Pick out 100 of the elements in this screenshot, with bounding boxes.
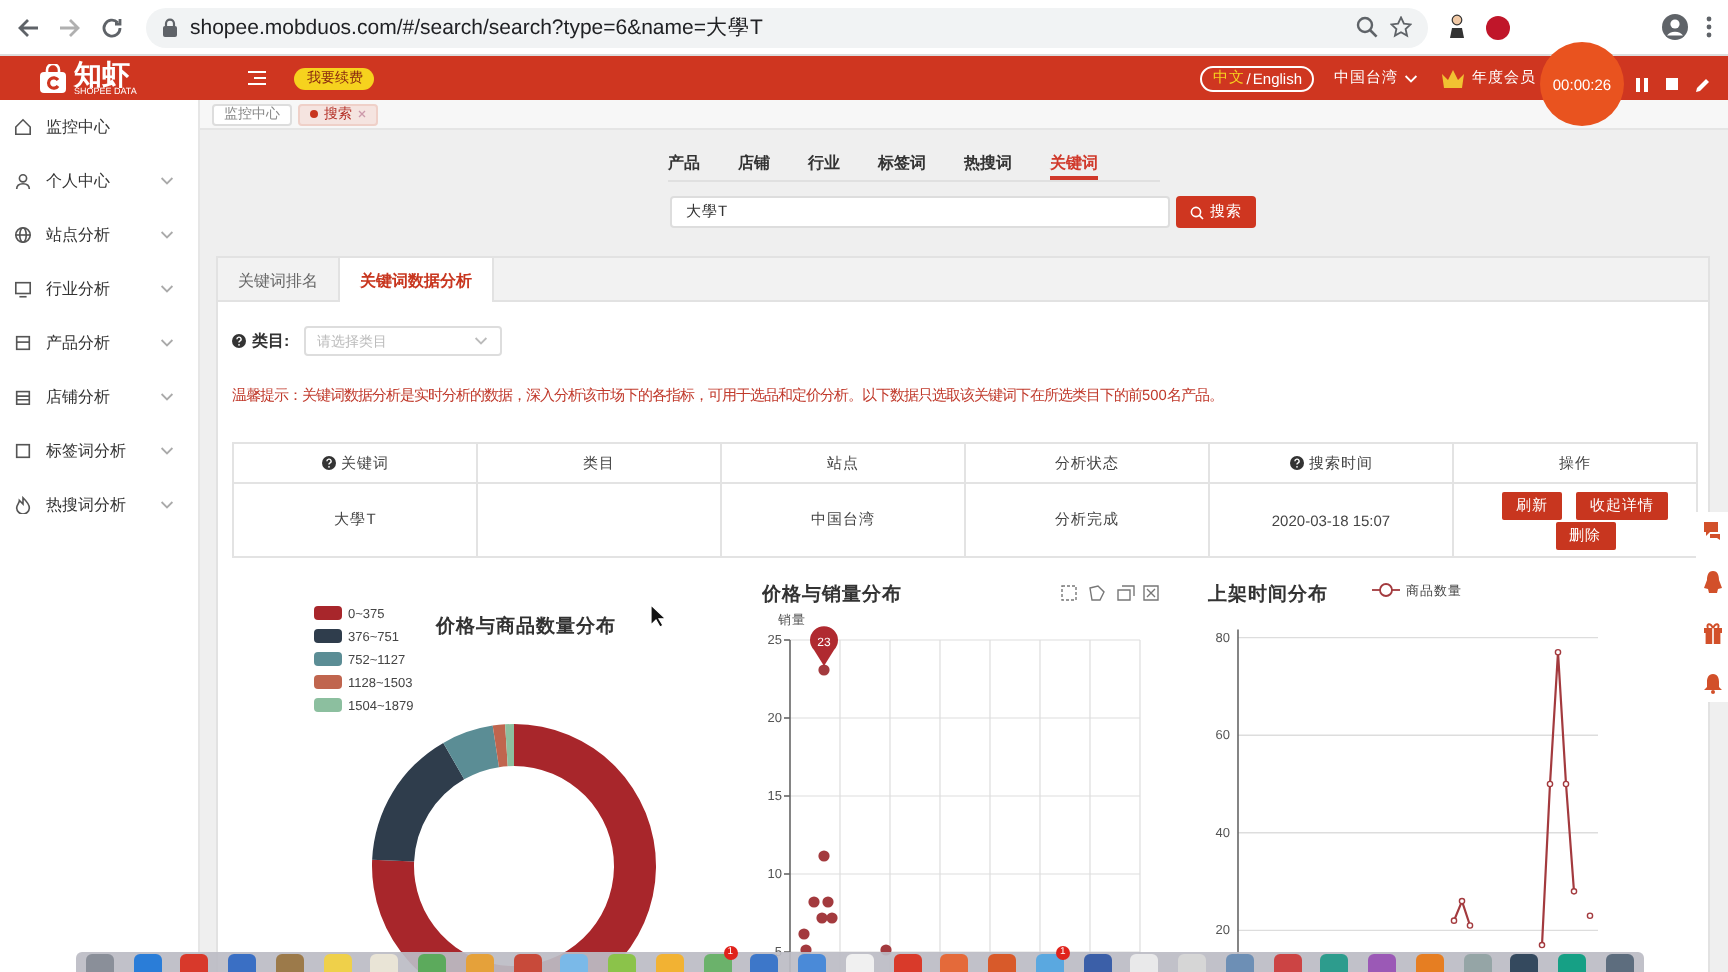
close-icon[interactable] bbox=[358, 110, 366, 118]
data-point bbox=[1538, 941, 1546, 949]
dock-app-icon[interactable] bbox=[228, 954, 257, 972]
dock-app-icon[interactable] bbox=[703, 954, 732, 972]
chart-title: 上架时间分布 bbox=[1208, 584, 1328, 606]
sidebar-item[interactable]: 热搜词分析 bbox=[0, 478, 198, 532]
legend-swatch[interactable] bbox=[314, 629, 342, 643]
dock-app-icon[interactable] bbox=[750, 954, 779, 972]
penguin-icon[interactable] bbox=[1701, 570, 1723, 594]
data-point bbox=[1554, 648, 1562, 656]
chevron-icon bbox=[160, 230, 174, 240]
logo-text: 知虾 bbox=[74, 59, 130, 88]
data-point bbox=[1586, 912, 1594, 920]
scatter-dot bbox=[818, 664, 830, 676]
monitor-icon bbox=[14, 280, 32, 298]
filter-label: 类目: bbox=[252, 330, 290, 352]
card-tab[interactable]: 关键词数据分析 bbox=[340, 258, 494, 302]
store-icon bbox=[14, 388, 32, 406]
nav-tab[interactable]: 关键词 bbox=[1050, 148, 1098, 180]
nav-tab[interactable]: 店铺 bbox=[738, 148, 770, 180]
chevron-icon bbox=[1404, 73, 1418, 83]
nav-tab[interactable]: 热搜词 bbox=[964, 148, 1012, 180]
nav-tab[interactable]: 标签词 bbox=[878, 148, 926, 180]
chevron-icon bbox=[473, 336, 488, 346]
profile-icon[interactable] bbox=[1662, 14, 1688, 40]
sidebar-item[interactable]: 标签词分析 bbox=[0, 424, 198, 478]
x-box-icon[interactable] bbox=[1143, 585, 1159, 601]
sidebar-item[interactable]: 个人中心 bbox=[0, 154, 198, 208]
dock-app-icon[interactable] bbox=[893, 954, 922, 972]
chat-icon[interactable] bbox=[1701, 520, 1723, 542]
legend-swatch[interactable] bbox=[314, 652, 342, 666]
sidebar-item[interactable]: 店铺分析 bbox=[0, 370, 198, 424]
nav-tab[interactable]: 产品 bbox=[668, 148, 700, 180]
legend-swatch[interactable] bbox=[314, 606, 342, 620]
star-icon[interactable] bbox=[1390, 16, 1412, 38]
dock-app-icon[interactable] bbox=[1273, 954, 1302, 972]
data-point bbox=[1458, 897, 1466, 905]
chevron-icon bbox=[160, 446, 174, 456]
shopping-bag-icon bbox=[38, 63, 68, 93]
url-text: shopee.mobduos.com/#/search/search?type=6&name=大學T bbox=[190, 13, 765, 41]
data-point bbox=[1450, 917, 1458, 924]
dock-app-icon[interactable] bbox=[180, 954, 209, 972]
flame-icon bbox=[14, 496, 32, 514]
dock-app-icon[interactable] bbox=[1083, 954, 1112, 972]
dock-app-icon[interactable] bbox=[275, 954, 304, 972]
chevron-icon bbox=[160, 176, 174, 186]
data-point bbox=[1570, 888, 1578, 895]
chart-title: 价格与销量分布 bbox=[762, 584, 902, 606]
globe-icon bbox=[14, 226, 32, 244]
back-arrow-icon[interactable] bbox=[16, 15, 40, 39]
legend-marker bbox=[1371, 583, 1401, 597]
chart-title: 价格与商品数量分布 bbox=[436, 616, 616, 638]
dock-app-icon[interactable] bbox=[513, 954, 542, 972]
chevron-icon bbox=[160, 338, 174, 348]
dock-app-icon[interactable] bbox=[1368, 954, 1397, 972]
menu-icon[interactable] bbox=[248, 70, 267, 86]
chevron-icon bbox=[160, 392, 174, 402]
square-icon bbox=[14, 442, 32, 460]
pause-icon[interactable] bbox=[1636, 77, 1648, 91]
data-point bbox=[1562, 780, 1570, 788]
dock-app-icon[interactable] bbox=[1035, 954, 1064, 972]
sidebar-item[interactable]: 产品分析 bbox=[0, 316, 198, 370]
sidebar-item[interactable]: 监控中心 bbox=[0, 100, 198, 154]
house-icon bbox=[14, 118, 32, 136]
question-icon bbox=[232, 334, 246, 348]
lasso-icon[interactable] bbox=[1089, 585, 1105, 601]
crown-icon bbox=[1440, 68, 1466, 88]
sidebar-item[interactable]: 站点分析 bbox=[0, 208, 198, 262]
lock-icon bbox=[162, 17, 178, 37]
question-icon bbox=[321, 456, 335, 470]
dot-icon bbox=[310, 110, 318, 118]
reload-icon[interactable] bbox=[100, 15, 124, 39]
pencil-icon[interactable] bbox=[1696, 77, 1710, 91]
nav-tab[interactable]: 行业 bbox=[808, 148, 840, 180]
cursor-icon bbox=[650, 604, 666, 628]
sidebar-item[interactable]: 行业分析 bbox=[0, 262, 198, 316]
bell-icon[interactable] bbox=[1701, 672, 1723, 694]
extension-icon[interactable] bbox=[1486, 15, 1510, 39]
legend-swatch[interactable] bbox=[314, 675, 342, 689]
stack-icon[interactable] bbox=[1117, 585, 1135, 601]
box-icon bbox=[14, 334, 32, 352]
dock-app-icon[interactable] bbox=[1510, 954, 1539, 972]
address-bar[interactable]: shopee.mobduos.com/#/search/search?type=6&name=大學T bbox=[146, 7, 1428, 47]
menu-icon[interactable] bbox=[1706, 16, 1712, 38]
scatter-dot bbox=[818, 850, 830, 862]
chevron-icon bbox=[160, 500, 174, 510]
scatter-dot bbox=[798, 928, 810, 940]
dashed-square-icon[interactable] bbox=[1061, 585, 1077, 601]
gift-icon[interactable] bbox=[1701, 622, 1723, 644]
data-point bbox=[1546, 780, 1554, 788]
legend-swatch[interactable] bbox=[314, 698, 342, 712]
question-icon bbox=[1289, 456, 1303, 470]
person-icon bbox=[14, 172, 32, 190]
extension-icon[interactable] bbox=[1446, 14, 1468, 40]
forward-arrow-icon[interactable] bbox=[58, 15, 82, 39]
dock-app-icon[interactable] bbox=[1605, 954, 1634, 972]
dock-app-icon[interactable] bbox=[988, 954, 1017, 972]
chevron-icon bbox=[160, 284, 174, 294]
dock-app-icon[interactable] bbox=[133, 954, 162, 972]
zoom-icon[interactable] bbox=[1356, 16, 1378, 38]
